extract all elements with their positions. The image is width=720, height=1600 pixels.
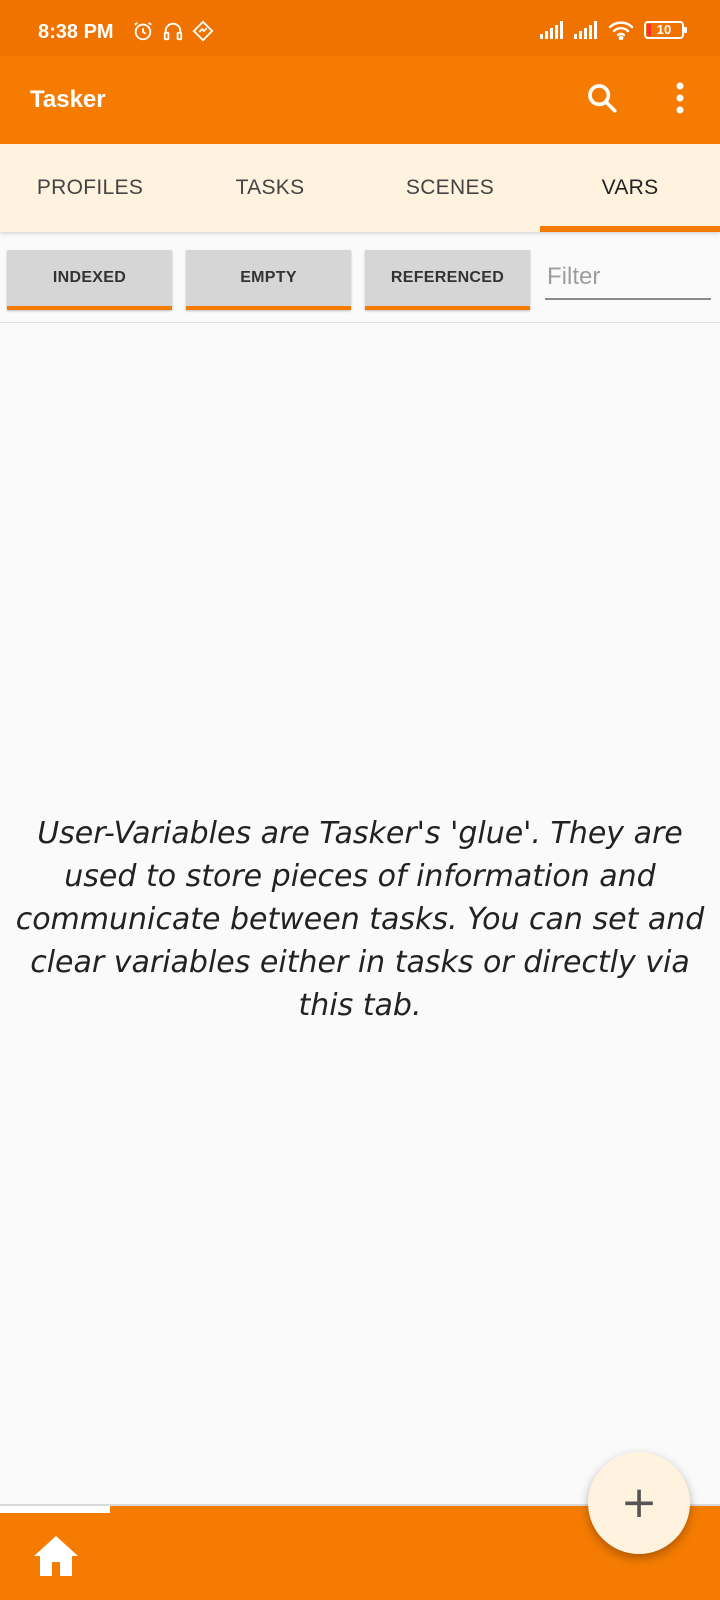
tab-scenes[interactable]: SCENES [360, 144, 540, 232]
add-variable-button[interactable]: + [588, 1452, 690, 1554]
battery-icon: 10 [644, 21, 687, 39]
empty-state-message: User-Variables are Tasker's 'glue'. They… [15, 816, 705, 1023]
app-title: Tasker [30, 86, 106, 113]
tab-bar: PROFILES TASKS SCENES VARS [0, 144, 720, 232]
bottom-tab-indicator [0, 1506, 110, 1513]
empty-filter-button[interactable]: EMPTY [186, 250, 351, 310]
search-icon [585, 81, 619, 120]
status-left-icons [132, 20, 214, 42]
alarm-icon [132, 20, 154, 42]
filter-input[interactable] [545, 256, 711, 300]
signal-icon [574, 21, 598, 39]
tab-vars[interactable]: VARS [540, 144, 720, 232]
headset-icon [162, 20, 184, 42]
status-right-icons: 10 [540, 20, 687, 40]
battery-level: 10 [656, 22, 672, 37]
home-icon [32, 1534, 80, 1583]
referenced-filter-button[interactable]: REFERENCED [365, 250, 530, 310]
indexed-filter-button[interactable]: INDEXED [7, 250, 172, 310]
sync-icon [192, 20, 214, 42]
search-button[interactable] [578, 76, 626, 124]
status-time: 8:38 PM [38, 21, 114, 43]
wifi-icon [608, 20, 634, 40]
status-bar: 8:38 PM 10 [0, 0, 720, 56]
filter-row: INDEXED EMPTY REFERENCED [0, 240, 720, 323]
app-bar: Tasker [0, 56, 720, 144]
more-vert-icon [675, 81, 685, 120]
more-options-button[interactable] [656, 76, 704, 124]
home-button[interactable] [28, 1530, 84, 1586]
tab-profiles[interactable]: PROFILES [0, 144, 180, 232]
signal-icon [540, 21, 564, 39]
tab-tasks[interactable]: TASKS [180, 144, 360, 232]
